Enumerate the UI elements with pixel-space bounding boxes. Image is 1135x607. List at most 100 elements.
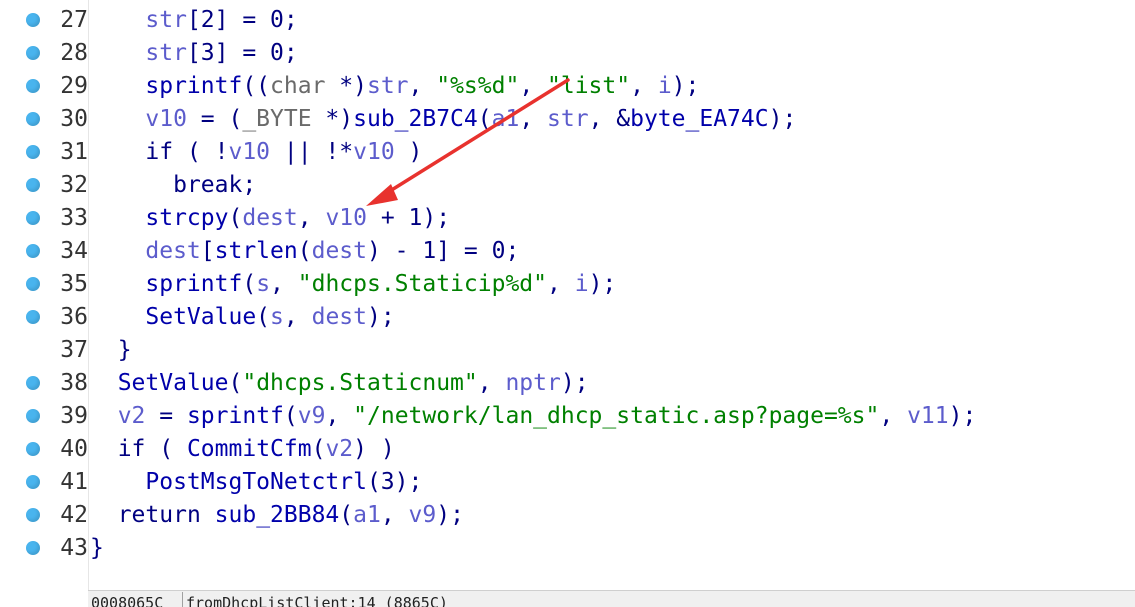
code-line[interactable]: 40 if ( CommitCfm(v2) ): [0, 433, 1135, 466]
code-text[interactable]: SetValue("dhcps.Staticnum", nptr);: [90, 370, 589, 396]
code-text[interactable]: }: [90, 535, 104, 561]
breakpoint-dot-icon[interactable]: [26, 244, 40, 258]
code-token: strlen: [214, 238, 298, 264]
line-number: 39: [60, 403, 88, 429]
code-token: v10: [145, 106, 187, 132]
code-line[interactable]: 39 v2 = sprintf(v9, "/network/lan_dhcp_s…: [0, 400, 1135, 433]
code-line[interactable]: 37 }: [0, 334, 1135, 367]
code-token: sprintf: [186, 403, 284, 429]
code-token: }: [90, 337, 132, 363]
code-token: ,: [380, 502, 409, 528]
code-text[interactable]: return sub_2BB84(a1, v9);: [90, 502, 464, 528]
code-token: ,: [477, 370, 506, 396]
code-token: "%s%d": [436, 73, 520, 99]
code-text[interactable]: str[3] = 0;: [90, 40, 298, 66]
code-line[interactable]: 38 SetValue("dhcps.Staticnum", nptr);: [0, 367, 1135, 400]
code-line[interactable]: 31 if ( !v10 || !*v10 ): [0, 136, 1135, 169]
code-line[interactable]: 28 str[3] = 0;: [0, 37, 1135, 70]
code-text[interactable]: str[2] = 0;: [90, 7, 297, 33]
code-token: v2: [117, 403, 146, 429]
code-token: ,: [283, 304, 312, 330]
breakpoint-dot-icon[interactable]: [26, 541, 40, 555]
code-token: v9: [408, 502, 437, 528]
breakpoint-dot-icon[interactable]: [26, 475, 40, 489]
code-token: v2: [325, 436, 354, 462]
code-token: sprintf: [145, 271, 243, 297]
code-token: CommitCfm: [186, 436, 312, 462]
code-token: "/network/lan_dhcp_static.asp?page=%s": [353, 403, 880, 429]
code-token: (: [283, 403, 298, 429]
code-token: sprintf: [145, 73, 243, 99]
code-token: || !*: [270, 139, 354, 165]
code-token: (: [311, 436, 326, 462]
code-line[interactable]: 42 return sub_2BB84(a1, v9);: [0, 499, 1135, 532]
code-token: ,: [519, 106, 548, 132]
code-line[interactable]: 41 PostMsgToNetctrl(3);: [0, 466, 1135, 499]
code-token: ) - 1] = 0;: [366, 238, 520, 264]
breakpoint-dot-icon[interactable]: [26, 13, 40, 27]
code-token: ): [394, 139, 423, 165]
breakpoint-dot-icon[interactable]: [26, 376, 40, 390]
code-line[interactable]: 27 str[2] = 0;: [0, 4, 1135, 37]
line-number: 33: [60, 205, 88, 231]
line-number: 38: [60, 370, 88, 396]
code-token: ,: [408, 73, 437, 99]
breakpoint-dot-icon[interactable]: [26, 145, 40, 159]
code-text[interactable]: dest[strlen(dest) - 1] = 0;: [90, 238, 519, 264]
status-address: 0008065C: [91, 594, 164, 607]
breakpoint-dot-icon[interactable]: [26, 178, 40, 192]
code-line[interactable]: 29 sprintf((char *)str, "%s%d", "list", …: [0, 70, 1135, 103]
code-token: (: [256, 304, 271, 330]
code-line[interactable]: 36 SetValue(s, dest);: [0, 301, 1135, 334]
code-text[interactable]: v10 = (_BYTE *)sub_2B7C4(a1, str, &byte_…: [90, 106, 796, 132]
line-number: 28: [60, 40, 88, 66]
code-text[interactable]: break;: [90, 172, 256, 198]
code-line[interactable]: 32 break;: [0, 169, 1135, 202]
code-line[interactable]: 33 strcpy(dest, v10 + 1);: [0, 202, 1135, 235]
code-token: break: [173, 172, 243, 198]
code-text[interactable]: sprintf(s, "dhcps.Staticip%d", i);: [90, 271, 616, 297]
code-token: (: [297, 238, 312, 264]
code-token: (3);: [366, 469, 423, 495]
breakpoint-dot-icon[interactable]: [26, 508, 40, 522]
code-text[interactable]: PostMsgToNetctrl(3);: [90, 469, 422, 495]
code-token: strcpy: [145, 205, 229, 231]
code-token: s: [256, 271, 271, 297]
code-token: );: [948, 403, 977, 429]
code-line[interactable]: 35 sprintf(s, "dhcps.Staticip%d", i);: [0, 268, 1135, 301]
breakpoint-dot-icon[interactable]: [26, 409, 40, 423]
code-token: [3] = 0;: [186, 40, 298, 66]
code-text[interactable]: v2 = sprintf(v9, "/network/lan_dhcp_stat…: [90, 403, 977, 429]
code-token: ((: [242, 73, 271, 99]
code-line[interactable]: 30 v10 = (_BYTE *)sub_2B7C4(a1, str, &by…: [0, 103, 1135, 136]
line-number: 37: [60, 337, 88, 363]
line-number: 41: [60, 469, 88, 495]
breakpoint-dot-icon[interactable]: [26, 211, 40, 225]
breakpoint-dot-icon[interactable]: [26, 310, 40, 324]
code-token: i: [657, 73, 672, 99]
code-token: SetValue: [117, 370, 229, 396]
code-text[interactable]: sprintf((char *)str, "%s%d", "list", i);: [90, 73, 699, 99]
code-token: (: [339, 502, 354, 528]
breakpoint-dot-icon[interactable]: [26, 46, 40, 60]
code-line[interactable]: 34 dest[strlen(dest) - 1] = 0;: [0, 235, 1135, 268]
breakpoint-dot-icon[interactable]: [26, 112, 40, 126]
line-number: 31: [60, 139, 88, 165]
code-token: "list": [547, 73, 631, 99]
code-token: );: [768, 106, 797, 132]
code-text[interactable]: strcpy(dest, v10 + 1);: [90, 205, 450, 231]
code-text[interactable]: if ( CommitCfm(v2) ): [90, 436, 395, 462]
code-text[interactable]: if ( !v10 || !*v10 ): [90, 139, 422, 165]
code-line[interactable]: 43}: [0, 532, 1135, 565]
pseudocode-view[interactable]: 27 str[2] = 0; 28 str[3] = 0; 29 sprintf((…: [0, 0, 1135, 590]
breakpoint-dot-icon[interactable]: [26, 79, 40, 93]
code-text[interactable]: SetValue(s, dest);: [90, 304, 394, 330]
code-text[interactable]: }: [90, 337, 132, 363]
breakpoint-dot-icon[interactable]: [26, 277, 40, 291]
breakpoint-dot-icon[interactable]: [26, 442, 40, 456]
